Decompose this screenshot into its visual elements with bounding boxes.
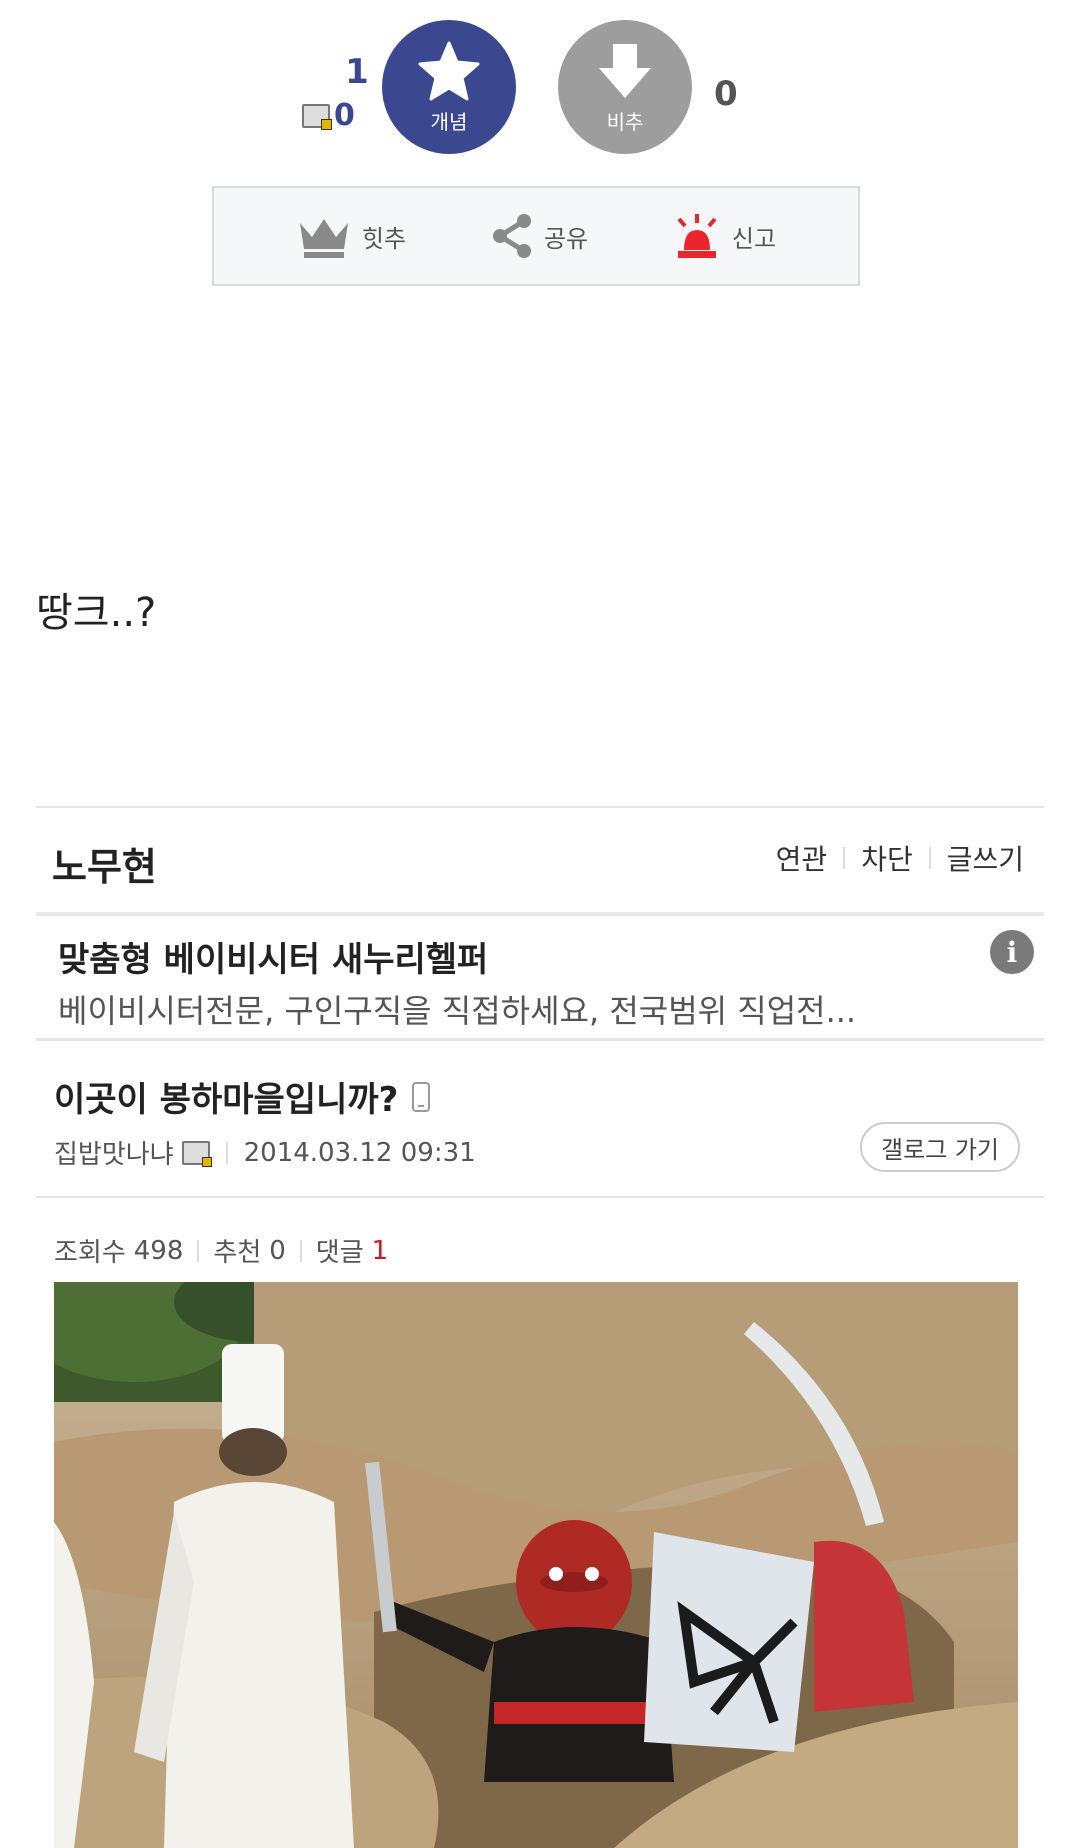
gallery-links: 연관 차단 글쓰기: [776, 838, 1024, 878]
comments-label: 댓글: [315, 1238, 364, 1268]
divider: [36, 1196, 1044, 1198]
crown-icon: [299, 219, 348, 258]
mobile-upvote-count: 0: [302, 98, 355, 133]
recommend-count: 0: [269, 1235, 286, 1266]
post-image[interactable]: [54, 1282, 1018, 1848]
report-label: 신고: [731, 224, 777, 253]
divider: [36, 912, 1044, 916]
post-body-text: 땅크..?: [36, 590, 157, 636]
block-link[interactable]: 차단: [861, 838, 913, 878]
mobile-user-icon: [181, 1140, 212, 1167]
post-stats: 조회수 498 추천 0 댓글 1: [54, 1232, 388, 1269]
separator: [928, 847, 931, 869]
author-name[interactable]: 집밥맛나냐: [54, 1134, 174, 1171]
recommend-label: 추천: [213, 1238, 262, 1268]
post-date: 2014.03.12 09:31: [243, 1137, 476, 1168]
post-title-text: 이곳이 봉하마을입니까?: [54, 1080, 399, 1120]
hit-label: 힛추: [361, 224, 407, 253]
mobile-phone-icon: [412, 1081, 431, 1112]
mobile-icon: [302, 103, 332, 130]
siren-icon: [677, 214, 717, 258]
arrow-down-icon: [599, 43, 651, 98]
share-button[interactable]: 공유: [490, 212, 588, 260]
share-label: 공유: [543, 224, 589, 253]
separator: [225, 1141, 228, 1164]
divider: [36, 1038, 1044, 1041]
star-icon: [418, 41, 480, 100]
photo-illustration: [54, 1282, 1018, 1848]
post-meta: 집밥맛나냐 2014.03.12 09:31: [54, 1134, 476, 1171]
upvote-count: 1: [345, 52, 369, 92]
ad-description[interactable]: 베이비시터전문, 구인구직을 직접하세요, 전국범위 직업전...: [58, 986, 856, 1032]
info-icon[interactable]: i: [990, 930, 1034, 974]
separator: [299, 1239, 302, 1262]
report-button[interactable]: 신고: [672, 212, 776, 260]
related-link[interactable]: 연관: [776, 838, 828, 878]
separator: [843, 847, 846, 869]
post-title[interactable]: 이곳이 봉하마을입니까?: [54, 1072, 431, 1121]
gallery-title[interactable]: 노무현: [52, 836, 157, 891]
downvote-label: 비추: [606, 109, 644, 134]
post-action-bar: 힛추 공유 신고: [212, 186, 860, 286]
views-label: 조회수: [54, 1238, 126, 1268]
share-icon: [492, 214, 531, 258]
upvote-label: 개념: [430, 109, 468, 134]
comments-count[interactable]: 1: [372, 1236, 389, 1266]
downvote-count: 0: [714, 74, 738, 114]
write-link[interactable]: 글쓰기: [947, 838, 1024, 878]
divider: [36, 806, 1044, 808]
gallog-button[interactable]: 갤로그 가기: [860, 1122, 1020, 1172]
downvote-button[interactable]: 비추: [558, 20, 692, 154]
hit-button[interactable]: 힛추: [296, 213, 406, 259]
upvote-button[interactable]: 개념: [382, 20, 516, 154]
separator: [197, 1239, 200, 1262]
mobile-upvote-value: 0: [334, 98, 355, 133]
ad-title[interactable]: 맞춤형 베이비시터 새누리헬퍼: [58, 932, 488, 981]
views-count: 498: [133, 1235, 184, 1266]
